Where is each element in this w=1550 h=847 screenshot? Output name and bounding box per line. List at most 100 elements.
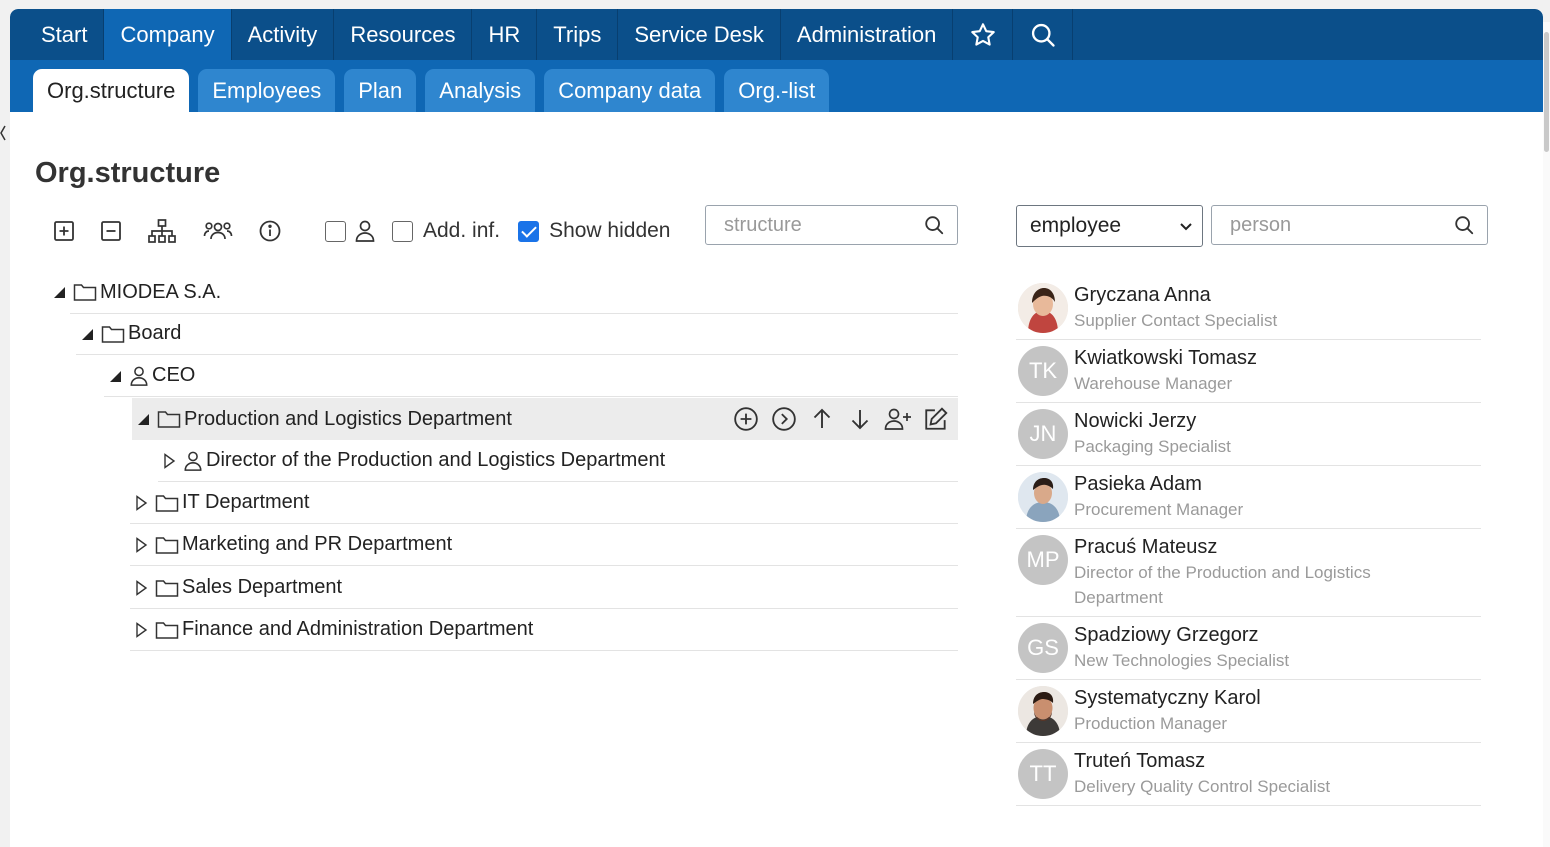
person-search-input[interactable] (1228, 212, 1408, 238)
list-item[interactable]: Systematyczny Karol Production Manager (1016, 680, 1481, 743)
collapse-all-button[interactable] (87, 208, 134, 254)
employee-name: Gryczana Anna (1074, 284, 1211, 306)
avatar: JN (1018, 409, 1068, 459)
add-person-icon[interactable] (882, 403, 914, 435)
tab-analysis[interactable]: Analysis (425, 69, 536, 112)
collapsed-triangle-icon[interactable] (130, 534, 152, 556)
list-item[interactable]: Pasieka Adam Procurement Manager (1016, 466, 1481, 529)
nav-trips[interactable]: Trips (537, 9, 619, 60)
show-hidden-checkbox[interactable] (518, 220, 540, 242)
sidebar-collapse-handle[interactable] (0, 118, 6, 148)
app-window: Start Company Activity Resources HR Trip… (10, 9, 1543, 847)
add-circle-icon[interactable] (730, 403, 762, 435)
group-button[interactable] (190, 208, 246, 254)
global-search-button[interactable] (1013, 9, 1074, 60)
search-icon[interactable] (1453, 214, 1475, 236)
show-persons-checkbox[interactable] (325, 220, 346, 242)
expanded-triangle-icon[interactable] (104, 365, 126, 387)
star-icon (971, 22, 995, 46)
folder-icon (100, 323, 126, 345)
org-chart-button[interactable] (134, 208, 190, 254)
tree-label: MIODEA S.A. (100, 280, 222, 303)
tab-org-list[interactable]: Org.-list (724, 69, 830, 112)
avatar (1018, 283, 1068, 333)
person-search (1211, 205, 1488, 245)
list-item[interactable]: MP Pracuś Mateusz Director of the Produc… (1016, 529, 1481, 617)
employee-role: Procurement Manager (1074, 500, 1244, 519)
list-item[interactable]: TK Kwiatkowski Tomasz Warehouse Manager (1016, 340, 1481, 403)
tree-row-board[interactable]: Board (76, 313, 958, 355)
avatar (1018, 686, 1068, 736)
tree-row-it[interactable]: IT Department (130, 482, 958, 524)
chevron-down-icon (1180, 223, 1192, 231)
sub-nav: Org.structure Employees Plan Analysis Co… (10, 60, 1543, 112)
tab-plan[interactable]: Plan (344, 69, 417, 112)
avatar: MP (1018, 535, 1068, 585)
nav-company[interactable]: Company (104, 9, 232, 60)
tree-row-director[interactable]: Director of the Production and Logistics… (158, 440, 958, 482)
collapsed-triangle-icon[interactable] (158, 450, 180, 472)
person-icon (128, 365, 150, 387)
employee-role: Production Manager (1074, 714, 1228, 733)
employee-role: Supplier Contact Specialist (1074, 311, 1278, 330)
search-icon[interactable] (923, 214, 945, 236)
arrow-up-icon[interactable] (806, 403, 838, 435)
tree-label: CEO (152, 364, 196, 386)
list-item[interactable]: Gryczana Anna Supplier Contact Specialis… (1016, 277, 1481, 340)
nav-hr[interactable]: HR (472, 9, 538, 60)
page-title: Org.structure (35, 157, 221, 189)
folder-icon (156, 408, 182, 430)
tab-employees[interactable]: Employees (198, 69, 336, 112)
structure-search-input[interactable] (722, 212, 902, 238)
tree-row-sales[interactable]: Sales Department (130, 567, 958, 609)
info-button[interactable] (246, 208, 293, 254)
list-item[interactable]: JN Nowicki Jerzy Packaging Specialist (1016, 403, 1481, 466)
person-icon (182, 450, 204, 472)
go-circle-icon[interactable] (768, 403, 800, 435)
folder-icon (154, 492, 180, 514)
tree-row-ceo[interactable]: CEO (104, 355, 958, 397)
expand-all-button[interactable] (40, 208, 87, 254)
tree-row-production[interactable]: Production and Logistics Department (132, 398, 958, 440)
employee-name: Systematyczny Karol (1074, 687, 1261, 709)
nav-start[interactable]: Start (10, 9, 105, 60)
nav-activity[interactable]: Activity (232, 9, 335, 60)
structure-search (705, 205, 958, 245)
list-item[interactable]: TT Truteń Tomasz Delivery Quality Contro… (1016, 743, 1481, 806)
tree-row-finance[interactable]: Finance and Administration Department (130, 609, 958, 651)
collapsed-triangle-icon[interactable] (130, 577, 152, 599)
nav-administration[interactable]: Administration (781, 9, 954, 60)
collapsed-triangle-icon[interactable] (130, 492, 152, 514)
expanded-triangle-icon[interactable] (132, 408, 154, 430)
tree-toolbar: Add. inf. Show hidden (40, 208, 671, 254)
avatar: TT (1018, 749, 1068, 799)
edit-icon[interactable] (920, 403, 952, 435)
tab-org-structure[interactable]: Org.structure (33, 69, 190, 112)
tree-row-miodea[interactable]: MIODEA S.A. (48, 271, 958, 313)
tree-label: Production and Logistics Department (184, 407, 512, 430)
person-icon (354, 219, 376, 243)
info-icon (259, 220, 280, 242)
collapsed-triangle-icon[interactable] (130, 619, 152, 641)
tab-company-data[interactable]: Company data (544, 69, 716, 112)
expanded-triangle-icon[interactable] (76, 323, 98, 345)
favorites-button[interactable] (953, 9, 1014, 60)
row-actions (730, 398, 952, 440)
expanded-triangle-icon[interactable] (48, 281, 70, 303)
tree-label: IT Department (182, 491, 310, 513)
tree-label: Marketing and PR Department (182, 533, 453, 555)
filter-select[interactable]: employee (1016, 205, 1203, 247)
employee-role: Director of the Production and Logistics… (1074, 563, 1371, 607)
avatar (1018, 472, 1068, 522)
employee-name: Nowicki Jerzy (1074, 410, 1197, 432)
add-inf-checkbox[interactable] (392, 220, 413, 242)
arrow-down-icon[interactable] (844, 403, 876, 435)
list-item[interactable]: GS Spadziowy Grzegorz New Technologies S… (1016, 617, 1481, 680)
nav-resources[interactable]: Resources (334, 9, 473, 60)
tree-label: Finance and Administration Department (182, 618, 534, 640)
nav-service-desk[interactable]: Service Desk (618, 9, 781, 60)
scrollbar[interactable] (1543, 22, 1550, 847)
show-hidden-label: Show hidden (549, 219, 671, 242)
scrollbar-thumb[interactable] (1544, 32, 1549, 152)
tree-row-marketing[interactable]: Marketing and PR Department (130, 524, 958, 566)
